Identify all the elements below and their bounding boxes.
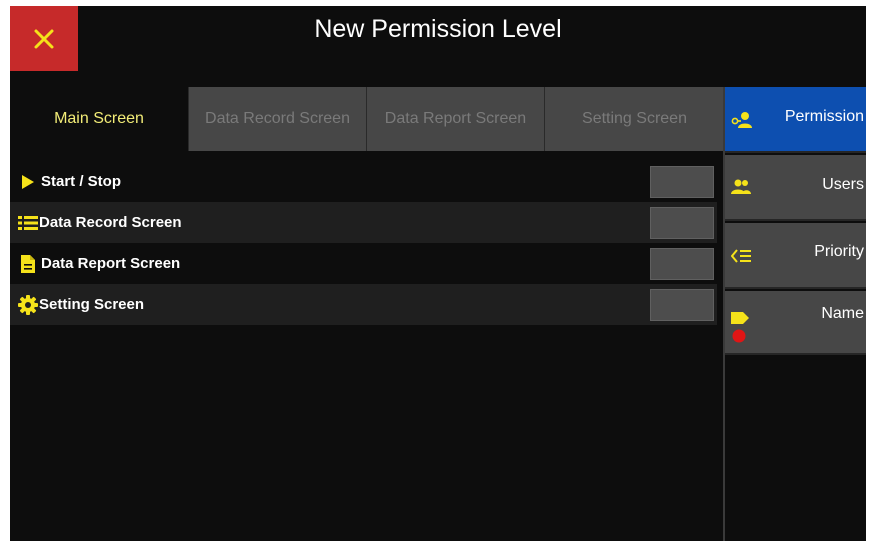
permission-toggle-data-record[interactable] — [650, 206, 714, 239]
app-screen: New Permission Level Main Screen Data Re… — [10, 6, 866, 541]
priority-icon — [730, 249, 751, 268]
list-icon — [18, 213, 38, 233]
row-label: Data Report Screen — [41, 255, 181, 272]
permission-row-setting: Setting Screen — [10, 284, 717, 325]
sidebar-item-label: Priority — [814, 243, 864, 260]
sidebar-item-label: Name — [821, 305, 864, 322]
tag-icon — [731, 311, 749, 329]
sidebar-item-permission[interactable]: Permission — [725, 87, 866, 153]
sidebar-item-name[interactable]: Name — [725, 291, 866, 355]
row-label: Data Record Screen — [39, 214, 182, 231]
permission-row-data-report: Data Report Screen — [10, 243, 717, 284]
tab-data-record-screen[interactable]: Data Record Screen — [188, 87, 366, 151]
sidebar-item-users[interactable]: Users — [725, 155, 866, 221]
tab-setting-screen[interactable]: Setting Screen — [544, 87, 724, 151]
permission-row-data-record: Data Record Screen — [10, 202, 717, 243]
gear-icon — [18, 294, 38, 315]
sidebar-item-label: Users — [822, 176, 864, 193]
tab-main-screen[interactable]: Main Screen — [10, 87, 188, 151]
users-icon — [731, 179, 751, 200]
header: New Permission Level — [10, 6, 866, 86]
tab-bar: Main Screen Data Record Screen Data Repo… — [10, 87, 724, 151]
play-icon — [18, 172, 38, 192]
page-title: New Permission Level — [314, 15, 562, 43]
permission-toggle-start-stop[interactable] — [650, 165, 714, 198]
permission-toggle-data-report[interactable] — [650, 247, 714, 280]
sidebar: Permission Users Priority Name — [725, 87, 866, 541]
sidebar-item-label: Permission — [784, 108, 864, 125]
alert-dot-icon — [732, 329, 746, 348]
permission-row-start-stop: Start / Stop — [10, 161, 717, 202]
row-label: Start / Stop — [41, 173, 122, 190]
row-label: Setting Screen — [39, 296, 145, 313]
key-user-icon — [731, 111, 753, 134]
document-icon — [18, 254, 38, 274]
tab-data-report-screen[interactable]: Data Report Screen — [366, 87, 544, 151]
permission-toggle-setting[interactable] — [650, 288, 714, 321]
sidebar-item-priority[interactable]: Priority — [725, 223, 866, 289]
main-panel: Main Screen Data Record Screen Data Repo… — [10, 87, 724, 541]
